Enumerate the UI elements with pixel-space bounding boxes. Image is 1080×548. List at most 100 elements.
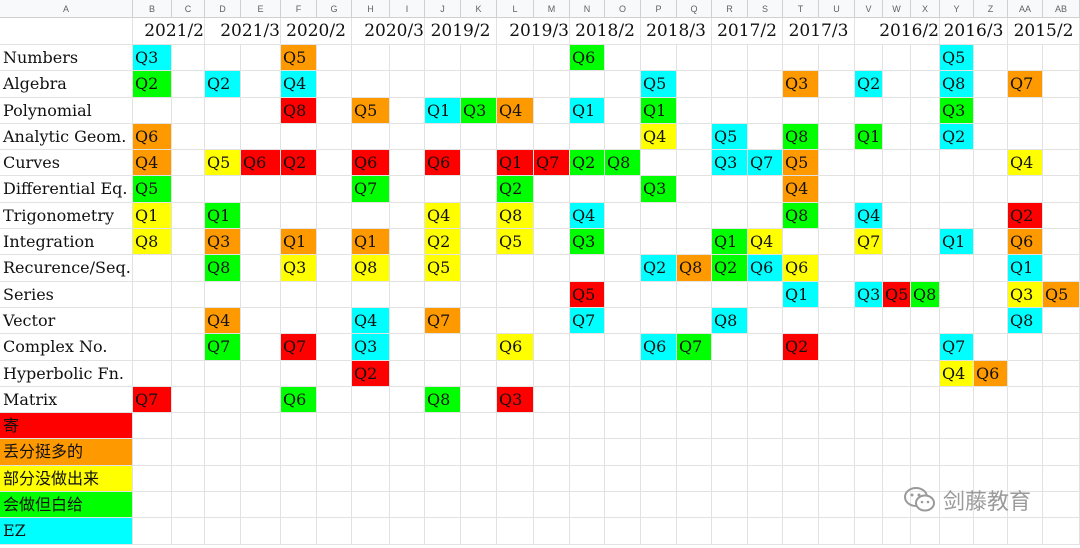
empty-cell[interactable] [241, 176, 281, 203]
empty-cell[interactable] [855, 255, 883, 282]
empty-cell[interactable] [241, 413, 281, 440]
column-header-w[interactable]: W [883, 0, 911, 18]
empty-cell[interactable] [1043, 176, 1080, 203]
empty-cell[interactable] [883, 360, 911, 387]
empty-cell[interactable] [974, 45, 1008, 72]
legend-careless[interactable]: 会做但白给 [0, 492, 133, 519]
empty-cell[interactable] [819, 518, 855, 545]
empty-cell[interactable] [461, 492, 497, 519]
empty-cell[interactable] [605, 307, 641, 335]
empty-cell[interactable] [534, 307, 570, 335]
empty-cell[interactable] [911, 413, 940, 440]
empty-cell[interactable] [605, 439, 641, 466]
empty-cell[interactable] [641, 202, 677, 230]
empty-cell[interactable] [497, 360, 534, 387]
year-header[interactable]: 2016/3 [940, 18, 1008, 45]
empty-cell[interactable] [352, 439, 390, 466]
empty-cell[interactable] [940, 202, 974, 230]
empty-cell[interactable] [1008, 97, 1043, 124]
question-cell[interactable]: Q5 [133, 176, 172, 203]
empty-cell[interactable] [172, 386, 205, 414]
empty-cell[interactable] [281, 307, 317, 335]
empty-cell[interactable] [133, 518, 172, 545]
empty-cell[interactable] [461, 123, 497, 151]
empty-cell[interactable] [1008, 518, 1043, 545]
empty-cell[interactable] [677, 386, 712, 414]
empty-cell[interactable] [281, 518, 317, 545]
question-cell[interactable]: Q4 [1008, 150, 1043, 177]
empty-cell[interactable] [712, 45, 748, 72]
question-cell[interactable]: Q6 [783, 255, 819, 282]
empty-cell[interactable] [352, 202, 390, 230]
question-cell[interactable]: Q1 [133, 202, 172, 230]
empty-cell[interactable] [461, 255, 497, 282]
empty-cell[interactable] [911, 334, 940, 361]
empty-cell[interactable] [1008, 45, 1043, 72]
empty-cell[interactable] [352, 281, 390, 308]
empty-cell[interactable] [570, 334, 605, 361]
empty-cell[interactable] [677, 518, 712, 545]
empty-cell[interactable] [883, 97, 911, 124]
empty-cell[interactable] [461, 307, 497, 335]
row-label[interactable]: Curves [0, 150, 133, 177]
empty-cell[interactable] [641, 492, 677, 519]
empty-cell[interactable] [497, 465, 534, 493]
empty-cell[interactable] [883, 45, 911, 72]
empty-cell[interactable] [241, 492, 281, 519]
question-cell[interactable]: Q2 [1008, 202, 1043, 230]
empty-cell[interactable] [819, 202, 855, 230]
empty-cell[interactable] [461, 176, 497, 203]
row-label[interactable]: Recurence/Seq. [0, 255, 133, 282]
empty-cell[interactable] [425, 413, 461, 440]
empty-cell[interactable] [172, 176, 205, 203]
row-label[interactable]: Complex No. [0, 334, 133, 361]
column-header-k[interactable]: K [461, 0, 497, 18]
empty-cell[interactable] [281, 202, 317, 230]
column-header-j[interactable]: J [425, 0, 461, 18]
question-cell[interactable]: Q1 [352, 229, 390, 256]
empty-cell[interactable] [241, 229, 281, 256]
empty-cell[interactable] [172, 465, 205, 493]
empty-cell[interactable] [281, 413, 317, 440]
column-header-e[interactable]: E [241, 0, 281, 18]
column-header-z[interactable]: Z [974, 0, 1008, 18]
empty-cell[interactable] [425, 45, 461, 72]
question-cell[interactable]: Q2 [712, 255, 748, 282]
empty-cell[interactable] [1043, 386, 1080, 414]
year-header[interactable]: 2020/2 [281, 18, 352, 45]
column-header-s[interactable]: S [748, 0, 783, 18]
empty-cell[interactable] [819, 229, 855, 256]
empty-cell[interactable] [1043, 307, 1080, 335]
empty-cell[interactable] [241, 97, 281, 124]
question-cell[interactable]: Q5 [940, 45, 974, 72]
empty-cell[interactable] [317, 439, 352, 466]
question-cell[interactable]: Q5 [883, 281, 911, 308]
empty-cell[interactable] [133, 439, 172, 466]
question-cell[interactable]: Q3 [570, 229, 605, 256]
empty-cell[interactable] [1008, 386, 1043, 414]
empty-cell[interactable] [1043, 492, 1080, 519]
year-header[interactable]: 2020/3 [352, 18, 425, 45]
empty-cell[interactable] [534, 71, 570, 98]
question-cell[interactable]: Q3 [783, 71, 819, 98]
question-cell[interactable]: Q5 [352, 97, 390, 124]
empty-cell[interactable] [819, 123, 855, 151]
year-header[interactable]: 2019/2 [425, 18, 497, 45]
question-cell[interactable]: Q2 [641, 255, 677, 282]
question-cell[interactable]: Q7 [534, 150, 570, 177]
empty-cell[interactable] [605, 386, 641, 414]
column-header-g[interactable]: G [317, 0, 352, 18]
question-cell[interactable]: Q6 [570, 45, 605, 72]
empty-cell[interactable] [390, 465, 425, 493]
empty-cell[interactable] [783, 45, 819, 72]
column-header-y[interactable]: Y [940, 0, 974, 18]
empty-cell[interactable] [748, 492, 783, 519]
empty-cell[interactable] [241, 386, 281, 414]
empty-cell[interactable] [205, 45, 241, 72]
question-cell[interactable]: Q1 [205, 202, 241, 230]
empty-cell[interactable] [855, 97, 883, 124]
question-cell[interactable]: Q6 [641, 334, 677, 361]
empty-cell[interactable] [425, 334, 461, 361]
empty-cell[interactable] [783, 229, 819, 256]
empty-cell[interactable] [1043, 97, 1080, 124]
